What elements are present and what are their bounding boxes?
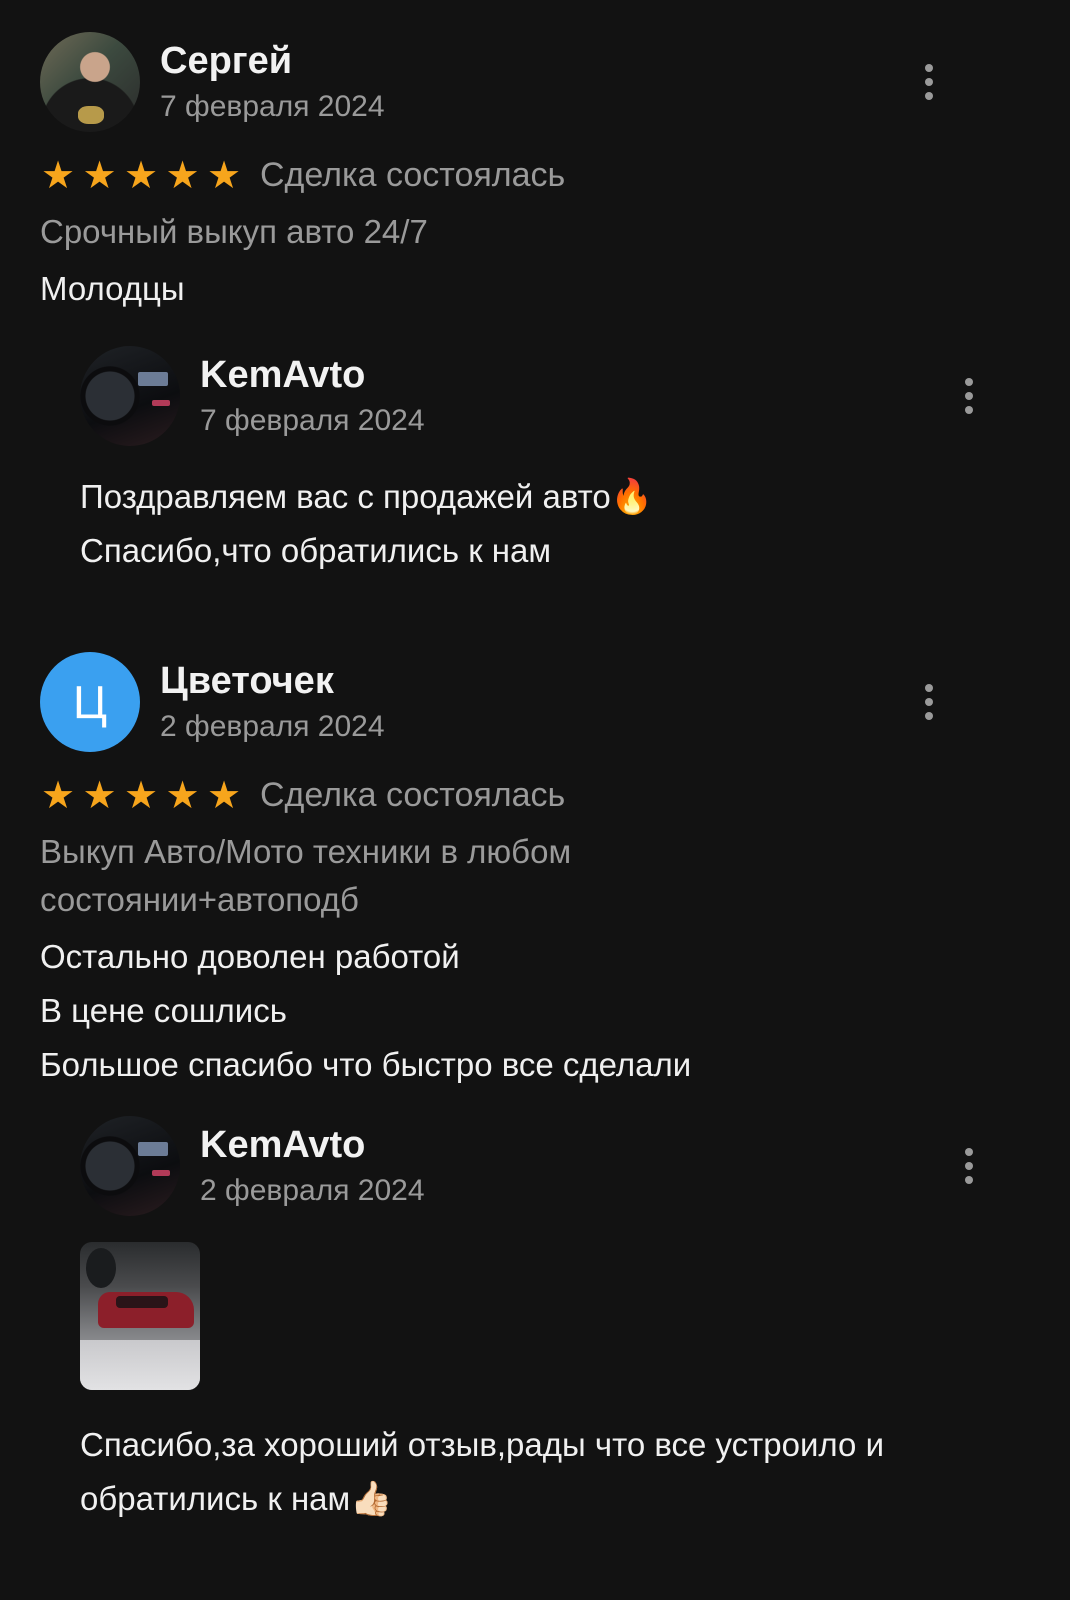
review-text: Молодцы [40, 270, 185, 307]
reply-header: KemAvto 7 февраля 2024 [80, 346, 1030, 446]
service-name[interactable]: Срочный выкуп авто 24/7 [40, 208, 1030, 256]
reply-line: обратились к нам [80, 1480, 351, 1517]
avatar[interactable]: Ц [40, 652, 140, 752]
service-line: состоянии+автоподб [40, 881, 359, 918]
reply-date: 7 февраля 2024 [200, 404, 425, 437]
more-options-icon[interactable] [963, 378, 975, 416]
rating-row: ★ ★ ★ ★ ★ Сделка состоялась [40, 154, 1030, 204]
avatar[interactable] [80, 346, 180, 446]
review-line: В цене сошлись [40, 992, 287, 1029]
star-rating: ★ ★ ★ ★ ★ [40, 775, 248, 817]
reply-text: Спасибо,за хороший отзыв,рады что все ус… [80, 1418, 1030, 1526]
review-text: Остально доволен работой В цене сошлись … [40, 930, 1030, 1092]
review-header: Сергей 7 февраля 2024 [40, 32, 1030, 132]
seller-reply: KemAvto 2 февраля 2024 Спасибо,за хороши… [80, 1116, 1030, 1526]
author-name[interactable]: Сергей [160, 40, 292, 83]
star-icon: ★ [206, 155, 242, 197]
star-icon: ★ [123, 155, 159, 197]
star-icon: ★ [40, 775, 76, 817]
reply-line: Спасибо,за хороший отзыв,рады что все ус… [80, 1426, 885, 1463]
review-card: Сергей 7 февраля 2024 ★ ★ ★ ★ ★ Сделка с… [0, 32, 1070, 578]
avatar[interactable] [40, 32, 140, 132]
star-icon: ★ [165, 775, 200, 817]
star-icon: ★ [206, 775, 242, 817]
fire-emoji-icon: 🔥 [610, 477, 654, 517]
service-name[interactable]: Выкуп Авто/Мото техники в любом состояни… [40, 828, 1030, 924]
more-options-icon[interactable] [963, 1148, 975, 1186]
rating-row: ★ ★ ★ ★ ★ Сделка состоялась [40, 774, 1030, 824]
star-icon: ★ [123, 775, 159, 817]
more-options-icon[interactable] [923, 684, 935, 722]
review-line: Остально доволен работой [40, 938, 460, 975]
star-icon: ★ [165, 155, 200, 197]
author-name[interactable]: Цветочек [160, 660, 334, 703]
avatar[interactable] [80, 1116, 180, 1216]
reply-author-name[interactable]: KemAvto [200, 1124, 365, 1167]
review-card: Ц Цветочек 2 февраля 2024 ★ ★ ★ ★ ★ Сдел… [0, 652, 1070, 1526]
deal-status: Сделка состоялась [260, 156, 566, 194]
deal-status: Сделка состоялась [260, 776, 566, 814]
reply-line: Спасибо,что обратились к нам [80, 532, 552, 569]
service-line: Выкуп Авто/Мото техники в любом [40, 833, 572, 870]
reply-author-name[interactable]: KemAvto [200, 354, 365, 397]
more-options-icon[interactable] [923, 64, 935, 102]
review-date: 7 февраля 2024 [160, 90, 385, 123]
reply-header: KemAvto 2 февраля 2024 [80, 1116, 1030, 1216]
star-icon: ★ [82, 155, 117, 197]
review-date: 2 февраля 2024 [160, 710, 385, 743]
review-header: Ц Цветочек 2 февраля 2024 [40, 652, 1030, 752]
review-line: Большое спасибо что быстро все сделали [40, 1046, 692, 1083]
thumbs-up-emoji-icon: 👍🏻 [350, 1479, 393, 1519]
reply-text: Поздравляем вас с продажей авто🔥 Спасибо… [80, 470, 1030, 578]
attached-photo[interactable] [80, 1242, 200, 1390]
star-icon: ★ [82, 775, 117, 817]
star-rating: ★ ★ ★ ★ ★ [40, 155, 248, 197]
reply-line: Поздравляем вас с продажей авто [80, 478, 611, 515]
seller-reply: KemAvto 7 февраля 2024 Поздравляем вас с… [80, 346, 1030, 578]
reply-date: 2 февраля 2024 [200, 1174, 425, 1207]
star-icon: ★ [40, 155, 76, 197]
